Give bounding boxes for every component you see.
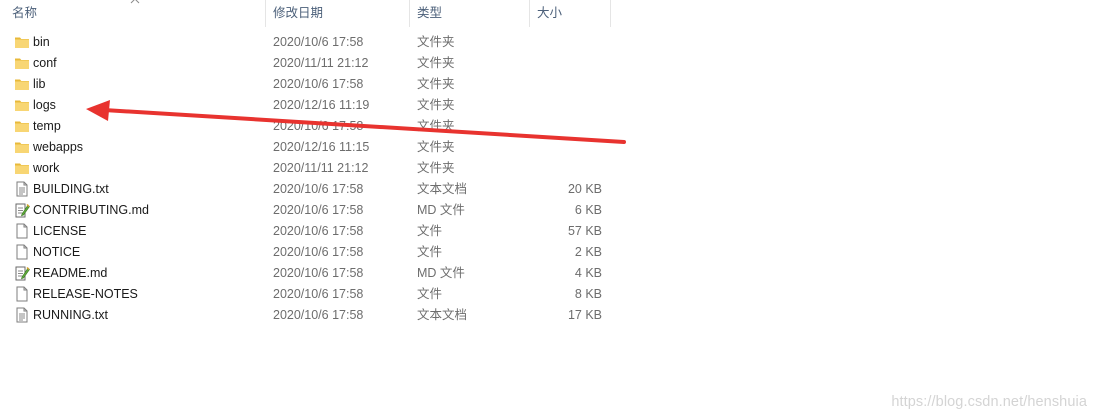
watermark: https://blog.csdn.net/henshuia xyxy=(891,394,1087,410)
annotation-arrow xyxy=(86,100,626,144)
